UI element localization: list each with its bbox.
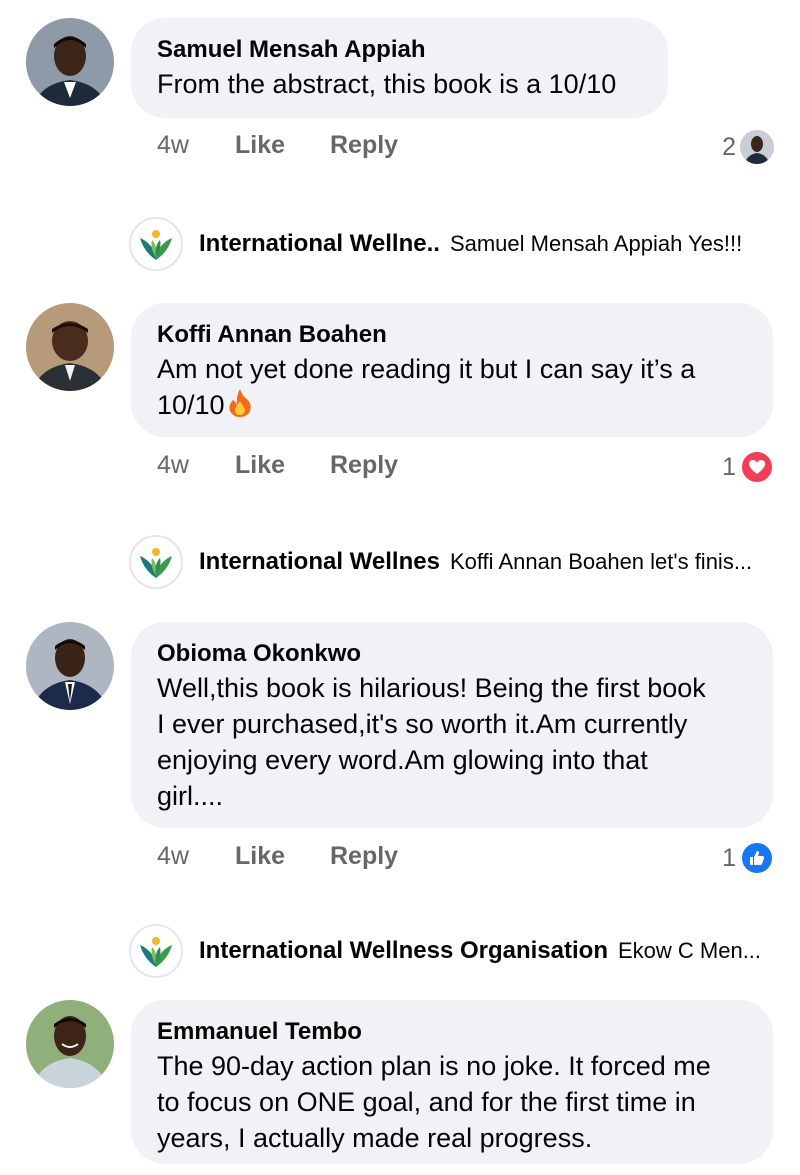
comment-author[interactable]: Obioma Okonkwo (157, 638, 747, 670)
comment-text-line: I ever purchased,it's so worth it.Am cur… (157, 709, 688, 739)
comment-text-line: 10/10 (157, 390, 225, 420)
avatar[interactable] (26, 303, 114, 391)
comment-bubble: Koffi Annan Boahen Am not yet done readi… (131, 303, 773, 437)
avatar[interactable] (26, 1000, 114, 1088)
like-button[interactable]: Like (235, 842, 330, 871)
org-reply[interactable]: International Wellness Organisation Ekow… (129, 923, 761, 979)
org-logo-icon (129, 217, 183, 271)
comment-text: From the abstract, this book is a 10/10 (157, 69, 617, 99)
org-reply-author[interactable]: International Wellnes (199, 548, 440, 576)
org-reply-author[interactable]: International Wellne.. (199, 230, 440, 258)
org-reply-author[interactable]: International Wellness Organisation (199, 937, 608, 965)
comment-text-line: years, I actually made real progress. (157, 1123, 593, 1153)
org-reply[interactable]: International Wellne.. Samuel Mensah App… (129, 216, 742, 272)
org-reply-snippet: Ekow C Men... (617, 938, 762, 963)
comments-thread: Samuel Mensah Appiah From the abstract, … (0, 0, 800, 1175)
comment-text-line: Am not yet done reading it but I can say… (157, 354, 696, 384)
comment-time[interactable]: 4w (157, 451, 235, 480)
like-button[interactable]: Like (235, 131, 330, 160)
comment-bubble: Emmanuel Tembo The 90-day action plan is… (131, 1000, 773, 1164)
like-button[interactable]: Like (235, 451, 330, 480)
comment-text-line: girl.... (157, 781, 224, 811)
org-reply-snippet: Samuel Mensah Appiah Yes!!! (449, 231, 743, 256)
org-reply[interactable]: International Wellnes Koffi Annan Boahen… (129, 534, 752, 590)
org-logo-icon (129, 924, 183, 978)
reply-button[interactable]: Reply (330, 842, 398, 871)
like-icon (740, 841, 774, 875)
comment-text-line: to focus on ONE goal, and for the first … (157, 1087, 696, 1117)
fire-icon (227, 388, 253, 418)
comment-time[interactable]: 4w (157, 131, 235, 160)
reactor-avatar (740, 130, 774, 164)
comment-text-line: enjoying every word.Am glowing into that (157, 745, 648, 775)
avatar[interactable] (26, 622, 114, 710)
reaction-count: 2 (722, 132, 736, 161)
reaction-summary[interactable]: 1 (722, 447, 774, 487)
avatar[interactable] (26, 18, 114, 106)
comment-bubble: Samuel Mensah Appiah From the abstract, … (131, 18, 668, 118)
reaction-summary[interactable]: 1 (722, 838, 774, 878)
org-reply-snippet: Koffi Annan Boahen let's finis... (449, 549, 753, 574)
reaction-count: 1 (722, 452, 736, 481)
comment-time[interactable]: 4w (157, 842, 235, 871)
love-icon (740, 450, 774, 484)
org-logo-icon (129, 535, 183, 589)
reply-button[interactable]: Reply (330, 451, 398, 480)
reaction-count: 1 (722, 843, 736, 872)
comment-bubble: Obioma Okonkwo Well,this book is hilario… (131, 622, 773, 828)
comment-author[interactable]: Samuel Mensah Appiah (157, 34, 642, 66)
comment-author[interactable]: Emmanuel Tembo (157, 1016, 747, 1048)
comment-actions: 4w Like Reply (157, 838, 398, 874)
comment-author[interactable]: Koffi Annan Boahen (157, 319, 747, 351)
comment-text-line: Well,this book is hilarious! Being the f… (157, 673, 706, 703)
comment-actions: 4w Like Reply (157, 447, 398, 483)
comment-actions: 4w Like Reply (157, 127, 398, 163)
comment-text-line: The 90-day action plan is no joke. It fo… (157, 1051, 711, 1081)
reply-button[interactable]: Reply (330, 131, 398, 160)
reaction-summary[interactable]: 2 (722, 127, 774, 167)
